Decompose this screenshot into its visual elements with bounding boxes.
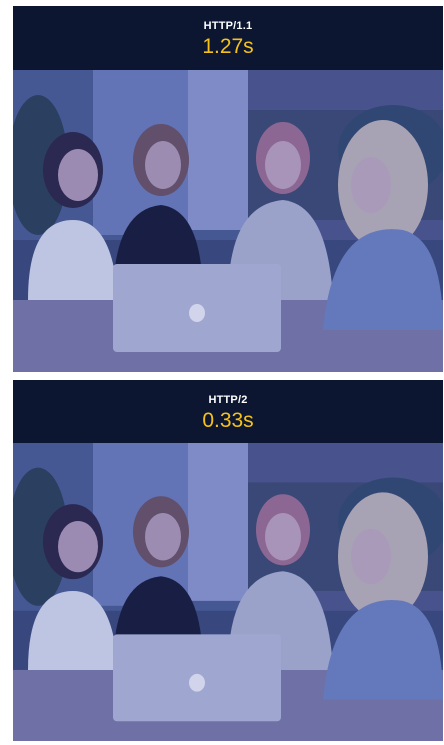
scene-photo-illustration — [13, 70, 443, 372]
load-time: 0.33s — [202, 409, 254, 432]
load-time: 1.27s — [202, 35, 254, 58]
scene-photo-illustration — [13, 443, 443, 741]
scene-photo — [13, 70, 443, 372]
protocol-label: HTTP/1.1 — [203, 20, 253, 32]
comparison-panel-http1: HTTP/1.1 1.27s — [13, 6, 443, 372]
scene-photo — [13, 443, 443, 741]
panel-header: HTTP/2 0.33s — [13, 380, 443, 443]
comparison-panel-http2: HTTP/2 0.33s — [13, 380, 443, 741]
panel-header: HTTP/1.1 1.27s — [13, 6, 443, 70]
protocol-label: HTTP/2 — [208, 394, 248, 406]
